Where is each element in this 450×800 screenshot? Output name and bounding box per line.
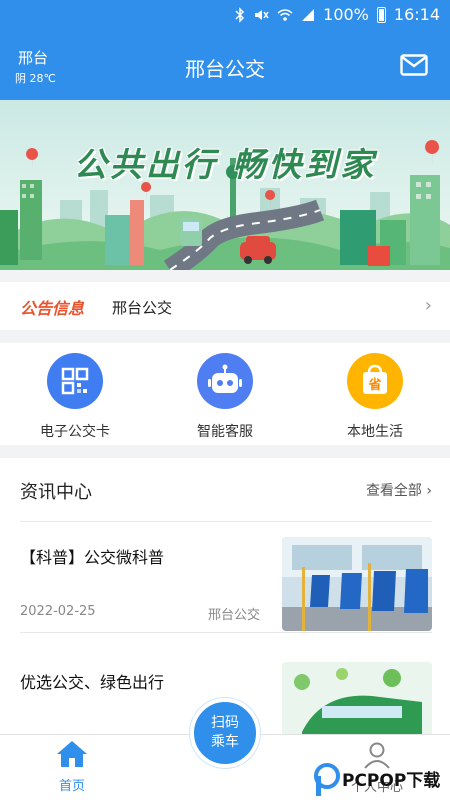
news-item-title: 【科普】公交微科普 bbox=[20, 548, 165, 567]
news-item-thumbnail bbox=[282, 537, 432, 631]
news-section: 资讯中心 查看全部 › 【科普】公交微科普 2022-02-25 邢台公交 优选… bbox=[0, 458, 450, 756]
banner-slogan: 公共出行 畅快到家 bbox=[73, 145, 377, 184]
qr-card-icon bbox=[47, 353, 103, 409]
notice-badge: 公告信息 bbox=[20, 299, 85, 318]
chevron-right-icon: › bbox=[426, 483, 432, 499]
news-view-all-link[interactable]: 查看全部 › bbox=[366, 480, 432, 500]
divider bbox=[20, 632, 432, 633]
scan-ride-label-line2: 乘车 bbox=[211, 734, 239, 750]
nav-home-label: 首页 bbox=[58, 779, 85, 794]
robot-icon bbox=[197, 353, 253, 409]
nav-home[interactable]: 首页 bbox=[40, 739, 104, 794]
app-header: 邢台 阴 28℃ 邢台公交 bbox=[0, 32, 450, 100]
chevron-right-icon: › bbox=[424, 295, 432, 316]
battery-percent: 100% bbox=[323, 5, 369, 24]
clock: 16:14 bbox=[393, 5, 440, 24]
news-item-date: 2022-02-25 bbox=[20, 604, 96, 619]
promo-banner[interactable]: 公共出行 畅快到家 bbox=[0, 100, 450, 270]
svg-text:省: 省 bbox=[367, 377, 381, 393]
page-title: 邢台公交 bbox=[185, 57, 265, 81]
wifi-icon bbox=[277, 8, 293, 21]
quick-services: 电子公交卡 智能客服 省 本地生活 bbox=[0, 343, 450, 445]
home-icon bbox=[57, 741, 87, 767]
news-item[interactable]: 【科普】公交微科普 2022-02-25 邢台公交 bbox=[20, 522, 432, 633]
scan-ride-button[interactable]: 扫码 乘车 bbox=[190, 698, 260, 768]
mail-icon[interactable] bbox=[400, 54, 428, 76]
news-header: 资讯中心 查看全部 › bbox=[20, 478, 432, 503]
news-item-source: 邢台公交 bbox=[207, 608, 260, 623]
scan-ride-label-line1: 扫码 bbox=[211, 715, 239, 731]
status-icons: 100% 16:14 bbox=[235, 5, 440, 24]
service-label: 电子公交卡 bbox=[40, 424, 110, 440]
bluetooth-icon bbox=[235, 6, 245, 23]
service-label: 本地生活 bbox=[347, 424, 403, 440]
news-view-all-label: 查看全部 bbox=[365, 483, 422, 499]
service-local-life[interactable]: 省 本地生活 bbox=[315, 353, 435, 441]
service-ecard[interactable]: 电子公交卡 bbox=[15, 353, 135, 441]
notice-text: 邢台公交 bbox=[112, 299, 173, 317]
service-label: 智能客服 bbox=[197, 424, 253, 440]
signal-icon bbox=[302, 8, 315, 21]
news-item-title: 优选公交、绿色出行 bbox=[20, 673, 165, 692]
watermark-text: PCPOP下载 bbox=[342, 771, 441, 791]
notice-bar[interactable]: 公告信息 邢台公交 › bbox=[0, 282, 450, 330]
shopping-bag-icon: 省 bbox=[347, 353, 403, 409]
news-title: 资讯中心 bbox=[20, 482, 92, 503]
mute-icon bbox=[255, 9, 269, 20]
battery-icon bbox=[376, 6, 386, 23]
pcpop-logo-icon bbox=[314, 763, 340, 796]
watermark: PCPOP下载 bbox=[310, 760, 450, 800]
service-assistant[interactable]: 智能客服 bbox=[165, 353, 285, 441]
status-bar: 100% 16:14 bbox=[0, 0, 450, 32]
app-screen: 100% 16:14 邢台 阴 28℃ 邢台公交 公共出行 畅快到家 公告信息 … bbox=[0, 0, 450, 800]
